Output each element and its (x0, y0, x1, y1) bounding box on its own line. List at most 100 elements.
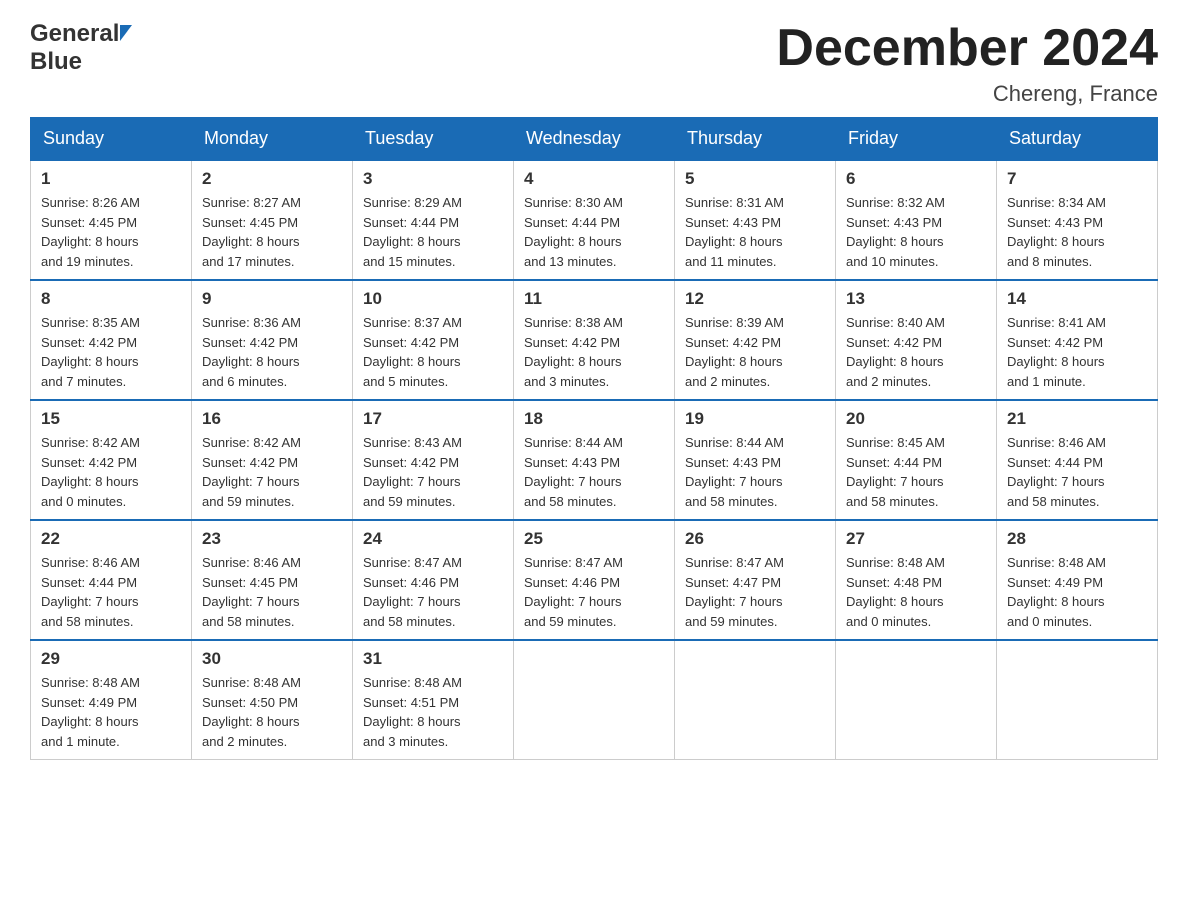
day-of-week-sunday: Sunday (31, 118, 192, 161)
calendar-cell: 18 Sunrise: 8:44 AM Sunset: 4:43 PM Dayli… (514, 400, 675, 520)
calendar-week-row: 15 Sunrise: 8:42 AM Sunset: 4:42 PM Dayli… (31, 400, 1158, 520)
calendar-cell: 4 Sunrise: 8:30 AM Sunset: 4:44 PM Daylig… (514, 160, 675, 280)
day-of-week-friday: Friday (836, 118, 997, 161)
calendar-cell: 9 Sunrise: 8:36 AM Sunset: 4:42 PM Daylig… (192, 280, 353, 400)
calendar-cell: 1 Sunrise: 8:26 AM Sunset: 4:45 PM Daylig… (31, 160, 192, 280)
day-number: 24 (363, 529, 503, 549)
day-number: 8 (41, 289, 181, 309)
day-info: Sunrise: 8:41 AM Sunset: 4:42 PM Dayligh… (1007, 313, 1147, 391)
day-number: 21 (1007, 409, 1147, 429)
day-number: 13 (846, 289, 986, 309)
day-info: Sunrise: 8:42 AM Sunset: 4:42 PM Dayligh… (202, 433, 342, 511)
logo-triangle-icon (120, 25, 132, 41)
calendar-cell: 23 Sunrise: 8:46 AM Sunset: 4:45 PM Dayli… (192, 520, 353, 640)
day-number: 9 (202, 289, 342, 309)
calendar-cell: 11 Sunrise: 8:38 AM Sunset: 4:42 PM Dayli… (514, 280, 675, 400)
day-number: 4 (524, 169, 664, 189)
calendar-week-row: 8 Sunrise: 8:35 AM Sunset: 4:42 PM Daylig… (31, 280, 1158, 400)
calendar-header: SundayMondayTuesdayWednesdayThursdayFrid… (31, 118, 1158, 161)
day-info: Sunrise: 8:47 AM Sunset: 4:46 PM Dayligh… (363, 553, 503, 631)
calendar-cell: 31 Sunrise: 8:48 AM Sunset: 4:51 PM Dayli… (353, 640, 514, 760)
day-info: Sunrise: 8:38 AM Sunset: 4:42 PM Dayligh… (524, 313, 664, 391)
day-of-week-saturday: Saturday (997, 118, 1158, 161)
calendar-cell: 15 Sunrise: 8:42 AM Sunset: 4:42 PM Dayli… (31, 400, 192, 520)
page-header: General Blue December 2024 Chereng, Fran… (30, 20, 1158, 107)
day-number: 23 (202, 529, 342, 549)
calendar-cell: 8 Sunrise: 8:35 AM Sunset: 4:42 PM Daylig… (31, 280, 192, 400)
day-info: Sunrise: 8:48 AM Sunset: 4:48 PM Dayligh… (846, 553, 986, 631)
calendar-cell (514, 640, 675, 760)
day-number: 1 (41, 169, 181, 189)
day-number: 29 (41, 649, 181, 669)
day-number: 20 (846, 409, 986, 429)
day-header-row: SundayMondayTuesdayWednesdayThursdayFrid… (31, 118, 1158, 161)
day-number: 28 (1007, 529, 1147, 549)
calendar-cell: 19Sunrise: 8:44 AM Sunset: 4:43 PM Dayli… (675, 400, 836, 520)
day-of-week-monday: Monday (192, 118, 353, 161)
logo-text: General (30, 20, 132, 48)
day-of-week-wednesday: Wednesday (514, 118, 675, 161)
calendar-cell: 14Sunrise: 8:41 AM Sunset: 4:42 PM Dayli… (997, 280, 1158, 400)
day-info: Sunrise: 8:46 AM Sunset: 4:44 PM Dayligh… (1007, 433, 1147, 511)
day-number: 11 (524, 289, 664, 309)
calendar-cell: 12 Sunrise: 8:39 AM Sunset: 4:42 PM Dayli… (675, 280, 836, 400)
day-info: Sunrise: 8:36 AM Sunset: 4:42 PM Dayligh… (202, 313, 342, 391)
day-number: 2 (202, 169, 342, 189)
day-info: Sunrise: 8:40 AM Sunset: 4:42 PM Dayligh… (846, 313, 986, 391)
calendar-cell: 29 Sunrise: 8:48 AM Sunset: 4:49 PM Dayli… (31, 640, 192, 760)
calendar-cell: 5Sunrise: 8:31 AM Sunset: 4:43 PM Daylig… (675, 160, 836, 280)
day-info: Sunrise: 8:32 AM Sunset: 4:43 PM Dayligh… (846, 193, 986, 271)
day-info: Sunrise: 8:47 AM Sunset: 4:47 PM Dayligh… (685, 553, 825, 631)
calendar-cell (675, 640, 836, 760)
calendar-cell: 10Sunrise: 8:37 AM Sunset: 4:42 PM Dayli… (353, 280, 514, 400)
calendar-cell: 24 Sunrise: 8:47 AM Sunset: 4:46 PM Dayli… (353, 520, 514, 640)
day-number: 6 (846, 169, 986, 189)
day-info: Sunrise: 8:48 AM Sunset: 4:50 PM Dayligh… (202, 673, 342, 751)
calendar-cell: 20 Sunrise: 8:45 AM Sunset: 4:44 PM Dayli… (836, 400, 997, 520)
day-number: 7 (1007, 169, 1147, 189)
title-block: December 2024 Chereng, France (776, 20, 1158, 107)
calendar-cell: 22 Sunrise: 8:46 AM Sunset: 4:44 PM Dayli… (31, 520, 192, 640)
day-number: 10 (363, 289, 503, 309)
day-info: Sunrise: 8:48 AM Sunset: 4:51 PM Dayligh… (363, 673, 503, 751)
day-info: Sunrise: 8:42 AM Sunset: 4:42 PM Dayligh… (41, 433, 181, 511)
day-number: 22 (41, 529, 181, 549)
day-of-week-thursday: Thursday (675, 118, 836, 161)
calendar-cell: 17Sunrise: 8:43 AM Sunset: 4:42 PM Dayli… (353, 400, 514, 520)
calendar-cell: 7 Sunrise: 8:34 AM Sunset: 4:43 PM Daylig… (997, 160, 1158, 280)
day-of-week-tuesday: Tuesday (353, 118, 514, 161)
calendar-cell: 2 Sunrise: 8:27 AM Sunset: 4:45 PM Daylig… (192, 160, 353, 280)
day-info: Sunrise: 8:30 AM Sunset: 4:44 PM Dayligh… (524, 193, 664, 271)
day-info: Sunrise: 8:46 AM Sunset: 4:45 PM Dayligh… (202, 553, 342, 631)
location: Chereng, France (776, 81, 1158, 107)
day-info: Sunrise: 8:48 AM Sunset: 4:49 PM Dayligh… (41, 673, 181, 751)
logo-blue-text: Blue (30, 48, 82, 75)
day-info: Sunrise: 8:44 AM Sunset: 4:43 PM Dayligh… (524, 433, 664, 511)
day-number: 27 (846, 529, 986, 549)
day-info: Sunrise: 8:43 AM Sunset: 4:42 PM Dayligh… (363, 433, 503, 511)
calendar-cell: 30 Sunrise: 8:48 AM Sunset: 4:50 PM Dayli… (192, 640, 353, 760)
day-number: 31 (363, 649, 503, 669)
calendar-cell: 26Sunrise: 8:47 AM Sunset: 4:47 PM Dayli… (675, 520, 836, 640)
day-info: Sunrise: 8:45 AM Sunset: 4:44 PM Dayligh… (846, 433, 986, 511)
calendar-cell: 25Sunrise: 8:47 AM Sunset: 4:46 PM Dayli… (514, 520, 675, 640)
day-info: Sunrise: 8:34 AM Sunset: 4:43 PM Dayligh… (1007, 193, 1147, 271)
day-number: 19 (685, 409, 825, 429)
calendar-week-row: 29 Sunrise: 8:48 AM Sunset: 4:49 PM Dayli… (31, 640, 1158, 760)
day-info: Sunrise: 8:39 AM Sunset: 4:42 PM Dayligh… (685, 313, 825, 391)
day-number: 30 (202, 649, 342, 669)
day-info: Sunrise: 8:47 AM Sunset: 4:46 PM Dayligh… (524, 553, 664, 631)
day-info: Sunrise: 8:26 AM Sunset: 4:45 PM Dayligh… (41, 193, 181, 271)
calendar-cell (836, 640, 997, 760)
day-info: Sunrise: 8:35 AM Sunset: 4:42 PM Dayligh… (41, 313, 181, 391)
day-number: 18 (524, 409, 664, 429)
calendar-cell: 13 Sunrise: 8:40 AM Sunset: 4:42 PM Dayli… (836, 280, 997, 400)
day-info: Sunrise: 8:27 AM Sunset: 4:45 PM Dayligh… (202, 193, 342, 271)
day-info: Sunrise: 8:31 AM Sunset: 4:43 PM Dayligh… (685, 193, 825, 271)
day-number: 15 (41, 409, 181, 429)
calendar-cell: 27 Sunrise: 8:48 AM Sunset: 4:48 PM Dayli… (836, 520, 997, 640)
calendar-table: SundayMondayTuesdayWednesdayThursdayFrid… (30, 117, 1158, 760)
day-number: 12 (685, 289, 825, 309)
day-info: Sunrise: 8:46 AM Sunset: 4:44 PM Dayligh… (41, 553, 181, 631)
logo: General Blue (30, 20, 132, 76)
